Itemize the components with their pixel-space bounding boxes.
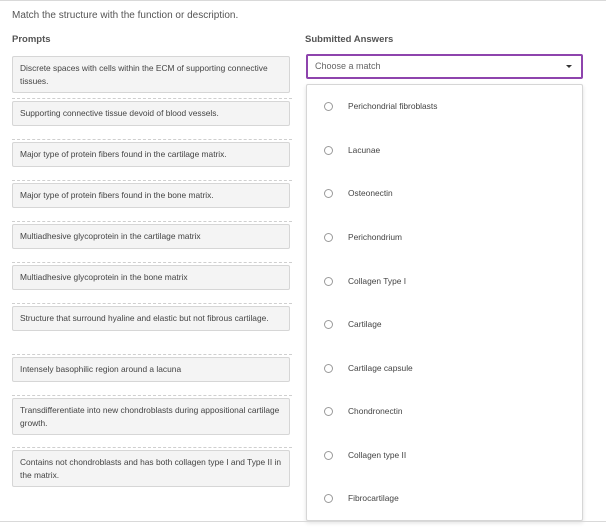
prompt-row: Contains not chondroblasts and has both …: [12, 448, 292, 496]
prompt-item: Multiadhesive glycoprotein in the cartil…: [12, 224, 290, 249]
option-osteonectin[interactable]: Osteonectin: [307, 179, 582, 209]
caret-down-icon: [566, 65, 572, 68]
prompt-item: Major type of protein fibers found in th…: [12, 183, 290, 208]
bottom-divider: [0, 521, 606, 522]
radio-icon[interactable]: [324, 364, 333, 373]
radio-icon[interactable]: [324, 277, 333, 286]
option-label: Fibrocartilage: [348, 493, 399, 503]
option-label: Cartilage: [348, 319, 382, 329]
option-label: Perichondrium: [348, 232, 402, 242]
prompt-item: Discrete spaces with cells within the EC…: [12, 56, 290, 93]
radio-icon[interactable]: [324, 189, 333, 198]
radio-icon[interactable]: [324, 407, 333, 416]
option-lacunae[interactable]: Lacunae: [307, 136, 582, 166]
prompt-row: Multiadhesive glycoprotein in the bone m…: [12, 263, 292, 304]
option-fibrocartilage[interactable]: Fibrocartilage: [307, 484, 582, 514]
prompt-item: Multiadhesive glycoprotein in the bone m…: [12, 265, 290, 290]
radio-icon[interactable]: [324, 451, 333, 460]
option-label: Collagen Type I: [348, 276, 407, 286]
radio-icon[interactable]: [324, 102, 333, 111]
instruction-text: Match the structure with the function or…: [12, 10, 239, 21]
prompt-row: Transdifferentiate into new chondroblast…: [12, 396, 292, 448]
option-collagen-type-ii[interactable]: Collagen type II: [307, 441, 582, 471]
option-chondronectin[interactable]: Chondronectin: [307, 397, 582, 427]
prompt-item: Contains not chondroblasts and has both …: [12, 450, 290, 487]
prompt-item: Intensely basophilic region around a lac…: [12, 357, 290, 382]
submitted-answers-heading: Submitted Answers: [305, 34, 394, 45]
prompt-item: Transdifferentiate into new chondroblast…: [12, 398, 290, 435]
match-select[interactable]: Choose a match: [306, 54, 583, 79]
prompt-item: Major type of protein fibers found in th…: [12, 142, 290, 167]
option-cartilage[interactable]: Cartilage: [307, 310, 582, 340]
option-label: Perichondrial fibroblasts: [348, 101, 438, 111]
prompt-row: Discrete spaces with cells within the EC…: [12, 54, 292, 99]
radio-icon[interactable]: [324, 494, 333, 503]
option-label: Cartilage capsule: [348, 363, 413, 373]
top-divider: [0, 0, 606, 1]
select-placeholder: Choose a match: [315, 61, 381, 71]
option-perichondrium[interactable]: Perichondrium: [307, 223, 582, 253]
option-label: Osteonectin: [348, 188, 393, 198]
option-label: Lacunae: [348, 145, 381, 155]
prompt-row: Major type of protein fibers found in th…: [12, 181, 292, 222]
prompt-row: Intensely basophilic region around a lac…: [12, 355, 292, 396]
match-options-dropdown: Perichondrial fibroblasts Lacunae Osteon…: [306, 84, 583, 521]
prompts-heading: Prompts: [12, 34, 51, 45]
prompt-list: Discrete spaces with cells within the EC…: [12, 54, 292, 496]
prompt-row: Supporting connective tissue devoid of b…: [12, 99, 292, 140]
option-label: Collagen type II: [348, 450, 407, 460]
option-label: Chondronectin: [348, 406, 403, 416]
prompt-row: Multiadhesive glycoprotein in the cartil…: [12, 222, 292, 263]
option-perichondrial-fibroblasts[interactable]: Perichondrial fibroblasts: [307, 92, 582, 122]
option-cartilage-capsule[interactable]: Cartilage capsule: [307, 354, 582, 384]
option-collagen-type-i[interactable]: Collagen Type I: [307, 267, 582, 297]
prompt-row: Major type of protein fibers found in th…: [12, 140, 292, 181]
radio-icon[interactable]: [324, 146, 333, 155]
radio-icon[interactable]: [324, 320, 333, 329]
prompt-row: Structure that surround hyaline and elas…: [12, 304, 292, 355]
radio-icon[interactable]: [324, 233, 333, 242]
prompt-item: Structure that surround hyaline and elas…: [12, 306, 290, 331]
prompt-item: Supporting connective tissue devoid of b…: [12, 101, 290, 126]
